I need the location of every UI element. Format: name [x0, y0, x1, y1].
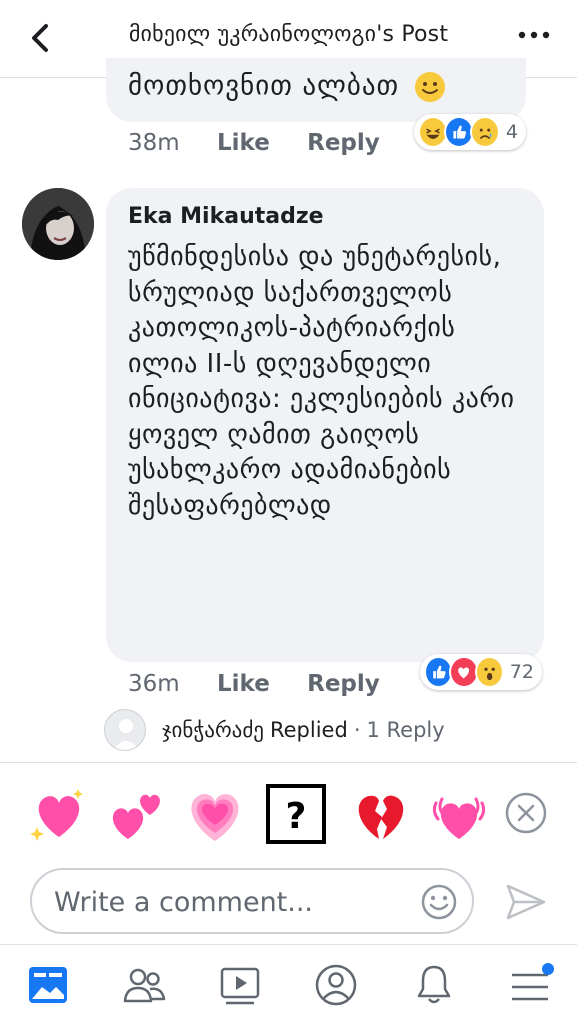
notifications-bell-icon[interactable] — [410, 961, 458, 1009]
emoji-suggestion-tray: ? — [0, 762, 577, 862]
menu-notification-badge — [542, 963, 554, 975]
comment-time: 36m — [128, 671, 180, 697]
replies-link[interactable]: ჯინჭარაძე Replied · 1 Reply — [104, 708, 445, 752]
growing-heart-icon[interactable] — [184, 783, 246, 845]
profile-icon[interactable] — [312, 961, 360, 1009]
previous-like-button[interactable]: Like — [217, 130, 270, 156]
comment-meta: 36m Like Reply — [128, 671, 380, 697]
comment-composer — [30, 868, 474, 934]
comment-author[interactable]: Eka Mikautadze — [128, 204, 324, 229]
close-tray-icon[interactable] — [504, 791, 548, 835]
more-options-icon[interactable] — [517, 28, 551, 42]
menu-icon[interactable] — [506, 961, 554, 1009]
emoji-picker-icon[interactable] — [420, 883, 458, 921]
reply-separator: · — [353, 718, 361, 742]
like-button[interactable]: Like — [217, 671, 270, 697]
unknown-glyph-mark: ? — [286, 796, 307, 837]
replied-label: Replied — [269, 718, 348, 742]
send-icon[interactable] — [504, 880, 548, 924]
reply-count: 1 Reply — [366, 718, 445, 742]
previous-reactions-pill[interactable]: 4 — [414, 114, 526, 150]
news-feed-icon[interactable] — [24, 961, 72, 1009]
previous-comment-tail: მოთხოვნით ალბათ — [128, 70, 400, 102]
sparkling-heart-icon[interactable] — [28, 783, 90, 845]
profile-photo-icon — [22, 188, 94, 260]
slightly-smiling-face-icon — [414, 72, 445, 102]
sad-reaction-icon — [469, 116, 500, 148]
broken-heart-icon[interactable] — [350, 783, 412, 845]
comment-input[interactable] — [52, 880, 416, 924]
replier-name: ჯინჭარაძე — [162, 718, 264, 742]
previous-reply-button[interactable]: Reply — [307, 130, 380, 156]
page-title: მიხეილ უკრაინოლოგი's Post — [128, 22, 449, 47]
watch-video-icon[interactable] — [216, 961, 264, 1009]
avatar[interactable] — [22, 188, 94, 260]
unknown-glyph-icon[interactable]: ? — [266, 784, 326, 844]
previous-comment-text: მოთხოვნით ალბათ — [128, 70, 447, 104]
beating-heart-icon[interactable] — [428, 783, 490, 845]
previous-comment-meta: 38m Like Reply — [128, 130, 380, 156]
comment-reaction-count: 72 — [509, 661, 534, 683]
default-avatar-icon — [113, 719, 139, 750]
comment-reactions-pill[interactable]: 72 — [420, 654, 542, 690]
friends-icon[interactable] — [120, 961, 168, 1009]
two-hearts-icon[interactable] — [106, 783, 168, 845]
replier-avatar — [104, 709, 146, 751]
previous-comment-time: 38m — [128, 130, 180, 156]
wow-reaction-icon — [474, 656, 504, 688]
bottom-navigation — [0, 944, 577, 1024]
previous-reaction-count: 4 — [505, 121, 518, 143]
reply-button[interactable]: Reply — [307, 671, 380, 697]
comment-text: უწმინდესისა და უნეტარესის, სრულიად საქარ… — [128, 242, 515, 521]
